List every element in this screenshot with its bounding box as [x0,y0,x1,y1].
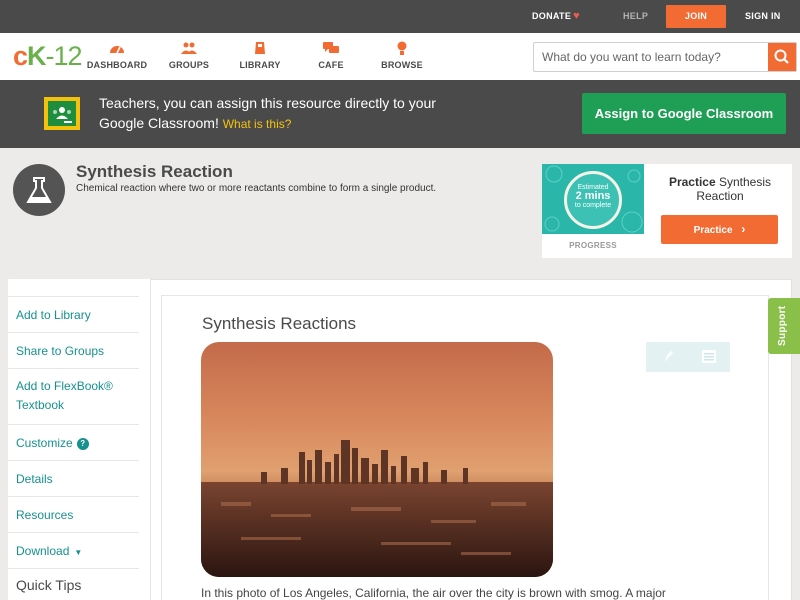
progress-label: PROGRESS [569,241,617,250]
search-icon [774,49,789,64]
main-nav: cK-12 DASHBOARD GROUPS LIBRARY CAFE BROW… [0,33,800,80]
practice-title-bold: Practice [668,175,716,189]
assign-to-classroom-button[interactable]: Assign to Google Classroom [582,93,786,134]
sidebar-item-label: Download [16,544,70,558]
sidebar-item-download[interactable]: Download ▼ [8,532,139,568]
sidebar-item-details[interactable]: Details [8,460,139,496]
chemistry-flask-icon [13,164,65,216]
join-button[interactable]: JOIN [666,5,726,28]
nav-library[interactable]: LIBRARY [225,41,295,70]
logo-k: K [27,41,46,71]
sidebar-item-share-to-groups[interactable]: Share to Groups [8,332,139,368]
support-tab[interactable]: Support [768,298,800,354]
caret-down-icon: ▼ [74,548,83,557]
edit-pencil-icon[interactable] [646,342,688,372]
cafe-icon [296,41,366,57]
sidebar-item-customize-row: Customize? [16,434,139,453]
dashboard-icon [82,41,152,57]
practice-button-label: Practice [693,225,733,236]
google-classroom-icon [44,97,80,130]
article-title: Synthesis Reactions [202,314,357,333]
concept-description: Chemical reaction where two or more reac… [76,183,437,194]
help-icon[interactable]: ? [76,438,89,450]
sidebar-item-add-to-library[interactable]: Add to Library [8,296,139,332]
sidebar-item-label: Details [16,472,53,486]
sidebar-item-add-to-flexbook[interactable]: Add to FlexBook® Textbook [8,368,139,424]
article-tools [646,342,730,372]
sidebar-item-label: Share to Groups [16,344,105,358]
sidebar-item-label: Add to FlexBook® Textbook [16,379,113,412]
sidebar-item-download-row: Download ▼ [16,542,139,562]
classroom-message: Teachers, you can assign this resource d… [99,93,459,134]
utility-bar: DONATE ♥ HELP JOIN SIGN IN [0,0,800,33]
heart-icon: ♥ [573,10,580,22]
quick-tips-heading: Quick Tips [16,577,82,593]
estimate-complete: to complete [574,202,612,209]
library-icon [225,41,295,57]
support-label: Support [777,305,788,346]
search-box [533,42,797,72]
los-angeles-smog-photo [201,342,553,577]
nav-groups-label: GROUPS [168,60,210,70]
ck12-logo[interactable]: cK-12 [13,41,83,71]
sidebar-item-label: Customize [16,436,73,450]
logo-num: 12 [53,41,83,71]
nav-groups[interactable]: GROUPS [154,41,224,70]
donate-link[interactable]: DONATE ♥ [532,0,580,33]
sidebar-item-label: Add to Library [16,308,91,322]
donate-label: DONATE [532,11,572,21]
estimate-text: Estimated 2 mins to complete [564,183,622,210]
article-body-text: In this photo of Los Angeles, California… [201,586,666,600]
browse-icon [367,41,437,57]
nav-dashboard-label: DASHBOARD [86,60,148,70]
what-is-this-link[interactable]: What is this? [223,117,292,131]
logo-c: c [13,41,28,71]
nav-browse[interactable]: BROWSE [367,41,437,70]
practice-title: Practice Synthesis Reaction [660,175,780,203]
sign-in-link[interactable]: SIGN IN [745,0,781,33]
sidebar-item-label: Resources [16,508,74,522]
help-link[interactable]: HELP [623,0,648,33]
concept-title: Synthesis Reaction [76,162,233,181]
nav-dashboard[interactable]: DASHBOARD [82,41,152,70]
sidebar-item-resources[interactable]: Resources [8,496,139,532]
practice-visual: Estimated 2 mins to complete [542,164,644,234]
notes-icon[interactable] [688,342,730,372]
chevron-right-icon: › [741,222,746,236]
nav-browse-label: BROWSE [381,60,423,70]
practice-card: Estimated 2 mins to complete PROGRESS Pr… [542,164,792,258]
sidebar-item-customize[interactable]: Customize? [8,424,139,460]
logo-dash: - [45,41,55,71]
search-input[interactable] [534,43,770,71]
nav-cafe[interactable]: CAFE [296,41,366,70]
search-button[interactable] [768,43,796,71]
estimate-minutes: 2 mins [575,190,611,202]
practice-button[interactable]: Practice › [661,215,778,244]
nav-library-label: LIBRARY [239,60,281,70]
groups-icon [154,41,224,57]
nav-cafe-label: CAFE [318,60,344,70]
